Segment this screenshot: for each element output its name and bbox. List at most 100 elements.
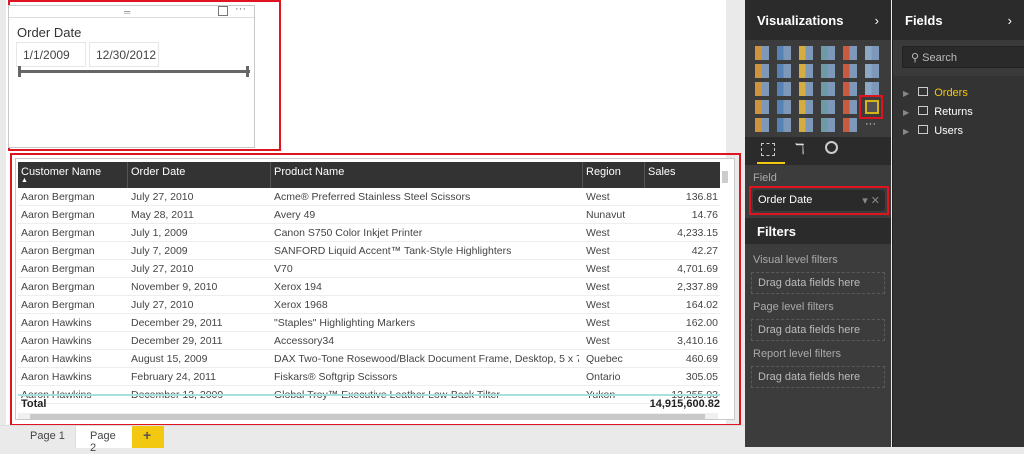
header-label: Customer Name [21,166,102,178]
expand-icon[interactable]: ▶ [903,108,909,117]
globe-visual-icon[interactable] [821,118,835,132]
table-icon [918,125,929,134]
fields-tab-icon[interactable] [761,143,775,156]
search-icon: ⚲ [911,52,920,64]
end-date-input[interactable]: 12/30/2012 [89,42,159,67]
field-well-order-date[interactable]: Order Date ▾ ✕ [753,190,885,211]
column-header-sales[interactable]: Sales [645,162,720,188]
area-visual-icon[interactable] [777,64,791,78]
table-row[interactable]: Aaron Bergman July 27, 2010 Acme® Preferre… [18,188,720,206]
table-cell: Aaron Hawkins [21,317,92,329]
report-level-filters-label: Report level filters [753,348,842,360]
range-end-handle[interactable] [246,66,249,77]
date-slicer[interactable]: ═ ··· Order Date 1/1/2009 12/30/2012 [8,3,255,148]
start-date-input[interactable]: 1/1/2009 [16,42,86,67]
filters-header: Filters [745,218,891,244]
stacked-area-visual-icon[interactable] [799,64,813,78]
table-visual[interactable]: Customer Name ▲ Order Date Product Name R… [15,158,735,420]
table-row[interactable]: Aaron Bergman May 28, 2011 Avery 49 Nunavut… [18,206,720,224]
donut-visual-icon[interactable] [799,82,813,96]
kpi-visual-icon[interactable] [843,100,857,114]
pie-visual-icon[interactable] [777,82,791,96]
horizontal-scrollbar[interactable] [18,413,718,419]
collapse-chevron-icon[interactable]: › [875,13,879,28]
tab-page-1[interactable]: Page 1 [14,426,76,448]
matrix-visual-icon[interactable] [777,118,791,132]
pane-tabs: ℸ [745,137,891,165]
table-cell: West [586,245,610,257]
remove-field-icon[interactable]: ▾ ✕ [862,194,880,207]
line-column-visual-icon[interactable] [821,64,835,78]
table-row[interactable]: Aaron Hawkins February 24, 2011 Fiskars® S… [18,368,720,386]
range-start-handle[interactable] [18,66,21,77]
table-cell: Accessory34 [274,335,335,347]
more-options-icon[interactable]: ··· [235,3,246,15]
analytics-icon[interactable] [825,141,838,154]
page-filters-dropzone[interactable]: Drag data fields here [751,319,885,341]
format-paint-roller-icon[interactable]: ℸ [795,140,805,158]
field-table-orders[interactable]: ▶ Orders [903,87,968,99]
treemap-visual-icon[interactable] [821,82,835,96]
fields-pane: Fields › ⚲ Search ▶ Orders ▶ Returns ▶ User… [892,0,1024,447]
fields-search-input[interactable]: ⚲ Search [902,46,1024,68]
filled-map-visual-icon[interactable] [865,82,879,96]
table-cell: 42.27 [691,245,718,257]
report-filters-dropzone[interactable]: Drag data fields here [751,366,885,388]
visual-filters-dropzone[interactable]: Drag data fields here [751,272,885,294]
table-row[interactable]: Aaron Bergman July 7, 2009 SANFORD Liquid … [18,242,720,260]
add-page-button[interactable]: + [132,426,164,448]
table-cell: Aaron Bergman [21,263,95,275]
field-table-returns[interactable]: ▶ Returns [903,106,973,118]
funnel-visual-icon[interactable] [755,100,769,114]
table-row[interactable]: Aaron Hawkins December 29, 2011 Accessory3… [18,332,720,350]
visual-level-filters-label: Visual level filters [753,254,838,266]
line-visual-icon[interactable] [755,64,769,78]
table-row[interactable]: Aaron Bergman July 27, 2010 Xerox 1968 West… [18,296,720,314]
clustered-bar-visual-icon[interactable] [799,46,813,60]
tab-page-2[interactable]: Page 2 [76,426,132,454]
table-visual-icon[interactable] [755,118,769,132]
clustered-column-visual-icon[interactable] [821,46,835,60]
ribbon-visual-icon[interactable] [865,64,879,78]
stacked-column-visual-icon[interactable] [777,46,791,60]
fields-header: Fields › [893,0,1024,40]
100-column-visual-icon[interactable] [865,46,879,60]
table-row[interactable]: Aaron Hawkins August 15, 2009 DAX Two-Tone… [18,350,720,368]
collapse-chevron-icon[interactable]: › [1008,13,1012,28]
table-cell: West [586,317,610,329]
expand-icon[interactable]: ▶ [903,127,909,136]
column-header-region[interactable]: Region [583,162,645,188]
table-cell: 164.02 [685,299,718,311]
table-row[interactable]: Aaron Bergman July 1, 2009 Canon S750 Colo… [18,224,720,242]
table-cell: May 28, 2011 [131,209,194,221]
table-cell: Aaron Bergman [21,209,95,221]
table-icon [918,106,929,115]
100-bar-visual-icon[interactable] [843,46,857,60]
table-row[interactable]: Aaron Hawkins December 29, 2011 "Staples" … [18,314,720,332]
total-row: Total 14,915,600.82 [18,398,720,413]
map-visual-icon[interactable] [843,82,857,96]
more-visual-icon[interactable]: ··· [865,118,879,132]
multi-row-card-visual-icon[interactable] [821,100,835,114]
column-header-order-date[interactable]: Order Date [128,162,271,188]
table-row[interactable]: Aaron Bergman November 9, 2010 Xerox 194 We… [18,278,720,296]
custom-visual-icon[interactable] [843,118,857,132]
drag-handle-icon[interactable]: ═ [124,7,130,17]
stacked-bar-visual-icon[interactable] [755,46,769,60]
focus-mode-icon[interactable] [218,6,228,16]
scatter-visual-icon[interactable] [755,82,769,96]
scrollbar-thumb[interactable] [30,414,705,419]
gauge-visual-icon[interactable] [777,100,791,114]
column-header-product-name[interactable]: Product Name [271,162,583,188]
table-row[interactable]: Aaron Bergman July 27, 2010 V70 West 4,701.6… [18,260,720,278]
line-clustered-column-visual-icon[interactable] [843,64,857,78]
table-icon [918,87,929,96]
field-table-users[interactable]: ▶ Users [903,125,963,137]
page-level-filters-label: Page level filters [753,301,834,313]
table-cell: 162.00 [685,317,718,329]
card-visual-icon[interactable] [799,100,813,114]
column-header-customer-name[interactable]: Customer Name ▲ [18,162,128,188]
expand-icon[interactable]: ▶ [903,89,909,98]
r-visual-visual-icon[interactable] [799,118,813,132]
vertical-scrollbar[interactable] [722,171,728,183]
